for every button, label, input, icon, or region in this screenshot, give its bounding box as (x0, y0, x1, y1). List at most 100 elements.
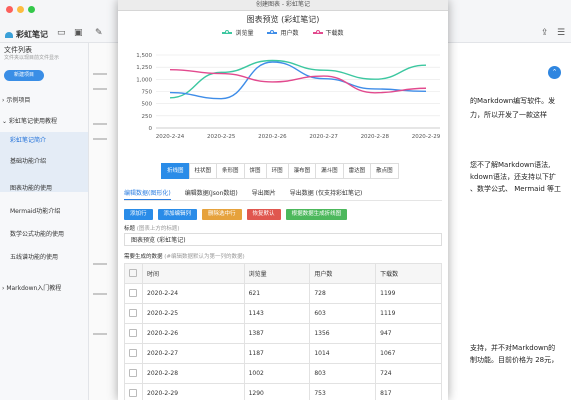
table-row[interactable]: 2020-2-28 1002 803 724 (124, 363, 442, 384)
table-cell[interactable]: 1014 (309, 343, 377, 364)
action-button[interactable]: 添加编辑列 (157, 209, 198, 220)
table-cell[interactable]: 947 (375, 323, 442, 344)
column-header: 下载数 (375, 263, 442, 284)
table-row[interactable]: 2020-2-24 621 728 1199 (124, 283, 442, 304)
x-tick-label: 2020-2-24 (156, 134, 185, 140)
share-icon[interactable]: ⇪ (541, 28, 549, 38)
sidebar-folder[interactable]: › Markdown入门教程 (2, 283, 61, 292)
table-cell[interactable]: 1187 (243, 343, 311, 364)
row-checkbox[interactable] (129, 348, 137, 357)
new-project-button[interactable]: 新建项目 (4, 70, 44, 81)
scroll-top-icon[interactable]: ⌃ (548, 66, 561, 79)
table-cell[interactable]: 2020-2-29 (142, 383, 245, 400)
chart-legend: 浏览量 用户数 下载数 (118, 28, 448, 37)
table-cell[interactable]: 803 (309, 363, 377, 384)
edit-icon[interactable]: ✎ (95, 28, 103, 38)
table-cell[interactable]: 1387 (243, 323, 311, 344)
tab-export-image[interactable]: 导出图片 (252, 188, 276, 200)
sidebar-folder[interactable]: ⌄ 彩虹笔记使用教程 (2, 116, 57, 125)
table-cell[interactable]: 2020-2-26 (142, 323, 245, 344)
row-checkbox[interactable] (129, 388, 137, 397)
sidebar-doc[interactable]: Mermaid功能介绍 (10, 206, 60, 215)
chart-type-button[interactable]: 雷达图 (342, 163, 372, 179)
chart-type-button[interactable]: 柱状图 (188, 163, 218, 179)
action-button[interactable]: 根据数据生成折线图 (285, 209, 348, 220)
y-tick-label: 500 (142, 102, 153, 108)
table-cell[interactable]: 1199 (375, 283, 442, 304)
chart-type-button[interactable]: 漏斗图 (315, 163, 344, 179)
sidebar-folder[interactable]: › 示例项目 (2, 95, 30, 104)
sidebar-doc[interactable]: 基础功能介绍 (10, 156, 46, 165)
column-header: 时间 (142, 263, 245, 284)
table-cell[interactable]: 621 (243, 283, 311, 304)
sidebar-subtitle: 文件夹以现目前文件显示 (4, 55, 60, 61)
minimize-window-button[interactable] (17, 6, 24, 13)
tab-edit-json[interactable]: 编辑数据(Json数组) (185, 188, 238, 200)
table-cell[interactable]: 2020-2-27 (142, 343, 245, 364)
table-cell[interactable]: 2020-2-28 (142, 363, 245, 384)
table-cell[interactable]: 2020-2-25 (142, 303, 245, 324)
tab-export-data[interactable]: 导出数据 (仅支持彩虹笔记) (290, 188, 363, 200)
table-cell[interactable]: 1002 (243, 363, 311, 384)
table-cell[interactable]: 724 (375, 363, 442, 384)
chart-type-button[interactable]: 折线图 (161, 163, 190, 179)
open-folder-icon[interactable]: ▭ (57, 28, 66, 38)
table-cell[interactable]: 1067 (375, 343, 442, 364)
table-cell[interactable]: 1143 (243, 303, 311, 324)
preview-line: 的Markdown编写软件。发 (470, 97, 556, 105)
x-tick-label: 2020-2-28 (361, 134, 390, 140)
table-row[interactable]: 2020-2-27 1187 1014 1067 (124, 343, 442, 364)
action-button[interactable]: 添加行 (124, 209, 153, 220)
action-button[interactable]: 删除选中行 (202, 209, 242, 220)
close-window-button[interactable] (6, 6, 13, 13)
menu-icon[interactable]: ☰ (557, 28, 565, 38)
editor-line (93, 293, 107, 295)
table-cell[interactable]: 1119 (375, 303, 442, 324)
column-header: 浏览量 (243, 263, 311, 284)
chart-type-button[interactable]: 条形图 (216, 163, 245, 179)
sidebar-doc[interactable]: 五线谱功能的使用 (10, 252, 58, 261)
row-checkbox-cell[interactable] (124, 363, 143, 384)
save-icon[interactable]: ▣ (74, 28, 83, 38)
row-checkbox-cell[interactable] (124, 343, 143, 364)
preview-line: 您不了解Markdown语法, (470, 161, 551, 169)
table-cell[interactable]: 1356 (309, 323, 377, 344)
table-cell[interactable]: 1290 (243, 383, 311, 400)
chart-type-button[interactable]: 环图 (265, 163, 289, 179)
row-checkbox-cell[interactable] (124, 383, 143, 400)
row-checkbox[interactable] (129, 308, 137, 317)
sidebar-doc[interactable]: 图表功能的使用 (10, 183, 52, 192)
maximize-window-button[interactable] (28, 6, 35, 13)
line-chart: 0 250 500 750 1,000 1,250 1,500 2020-2-24 2020-2… (136, 53, 440, 140)
markdown-editor[interactable] (89, 43, 119, 400)
table-cell[interactable]: 753 (309, 383, 377, 400)
x-tick-label: 2020-2-26 (258, 134, 287, 140)
table-cell[interactable]: 2020-2-24 (142, 283, 245, 304)
title-input[interactable]: 图表预览 (彩虹笔记) (124, 233, 442, 246)
table-row[interactable]: 2020-2-29 1290 753 817 (124, 383, 442, 400)
chart-type-button[interactable]: 瀑布图 (287, 163, 317, 179)
row-checkbox[interactable] (129, 288, 137, 297)
row-checkbox-cell[interactable] (124, 323, 143, 344)
row-checkbox-cell[interactable] (124, 303, 143, 324)
table-row[interactable]: 2020-2-25 1143 603 1119 (124, 303, 442, 324)
table-row[interactable]: 2020-2-26 1387 1356 947 (124, 323, 442, 344)
chart-type-button[interactable]: 散点图 (370, 163, 399, 179)
table-cell[interactable]: 728 (309, 283, 377, 304)
legend-item[interactable]: 用户数 (267, 28, 299, 37)
tab-edit-graphical[interactable]: 编辑数据(图形化) (124, 188, 171, 200)
table-cell[interactable]: 603 (309, 303, 377, 324)
sidebar-doc[interactable]: 数学公式功能的使用 (10, 229, 64, 238)
sidebar-doc[interactable]: 彩虹笔记简介 (10, 135, 46, 144)
legend-item[interactable]: 浏览量 (222, 28, 253, 37)
select-all-checkbox[interactable] (129, 268, 137, 277)
action-button[interactable]: 恢复默认 (246, 209, 281, 220)
legend-item[interactable]: 下载数 (312, 28, 344, 37)
chart-type-button[interactable]: 饼图 (243, 163, 267, 179)
row-checkbox[interactable] (129, 368, 137, 377)
row-checkbox-cell[interactable] (124, 283, 143, 304)
action-buttons: 添加行 添加编辑列 删除选中行 恢复默认 根据数据生成折线图 (124, 209, 348, 220)
row-checkbox[interactable] (129, 328, 137, 337)
table-cell[interactable]: 817 (375, 383, 442, 400)
select-all-cell[interactable] (124, 263, 143, 284)
